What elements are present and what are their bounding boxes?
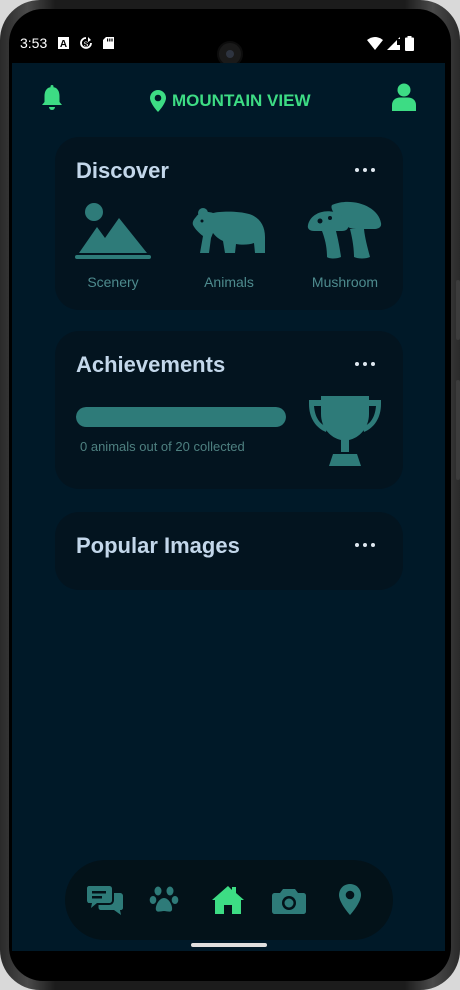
category-label: Scenery (87, 274, 139, 290)
category-label: Animals (204, 274, 254, 290)
achievement-progress-fill (76, 407, 286, 427)
sync-icon: S (80, 37, 92, 49)
location-label: MOUNTAIN VIEW (172, 91, 311, 110)
category-animals[interactable]: Animals (179, 203, 279, 290)
camera-icon[interactable] (271, 882, 307, 918)
category-mushroom[interactable]: Mushroom (295, 199, 395, 290)
power-button (456, 380, 460, 480)
bottom-navigation (65, 860, 393, 940)
popular-images-title: Popular Images (76, 533, 240, 558)
achievements-title: Achievements (76, 352, 226, 377)
location-indicator[interactable]: MOUNTAIN VIEW (150, 90, 311, 112)
trophy-icon (309, 396, 381, 466)
map-pin-icon[interactable] (332, 882, 368, 918)
achievement-progress-text: 0 animals out of 20 collected (80, 439, 245, 454)
svg-text:S: S (84, 42, 89, 49)
achievement-progress-bar (76, 407, 286, 427)
bezel: 3:53 A S MOUNTAIN VIEW Discover Scenery … (9, 9, 451, 981)
sd-card-icon (103, 37, 114, 49)
wifi-icon (367, 37, 383, 50)
svg-text:A: A (60, 39, 67, 49)
mushroom-icon (307, 201, 382, 259)
more-horizontal-icon[interactable] (355, 362, 375, 366)
discover-card: Discover Scenery Animals Mushroom (55, 137, 403, 310)
more-horizontal-icon[interactable] (355, 543, 375, 547)
paw-icon[interactable] (148, 882, 184, 918)
home-indicator[interactable] (191, 943, 267, 947)
popular-images-card[interactable]: Popular Images (55, 512, 403, 590)
app-screen: MOUNTAIN VIEW Discover Scenery Animals M… (12, 63, 445, 951)
discover-title: Discover (76, 158, 169, 183)
bell-icon[interactable] (40, 85, 64, 111)
user-icon[interactable] (392, 83, 416, 111)
signal-icon (387, 37, 400, 50)
volume-button (456, 280, 460, 340)
chat-icon[interactable] (87, 882, 123, 918)
font-a-icon: A (58, 37, 69, 49)
achievements-card: Achievements 0 animals out of 20 collect… (55, 331, 403, 489)
bear-icon (192, 208, 265, 253)
status-time: 3:53 (20, 35, 48, 51)
category-scenery[interactable]: Scenery (63, 203, 163, 290)
landscape-icon (75, 203, 151, 259)
more-horizontal-icon[interactable] (355, 168, 375, 172)
home-icon[interactable] (210, 882, 246, 918)
device-frame: 3:53 A S MOUNTAIN VIEW Discover Scenery … (0, 0, 460, 990)
category-label: Mushroom (311, 274, 379, 290)
map-pin-icon (150, 90, 166, 112)
status-bar: 3:53 A S (9, 27, 451, 67)
battery-icon (405, 36, 414, 51)
